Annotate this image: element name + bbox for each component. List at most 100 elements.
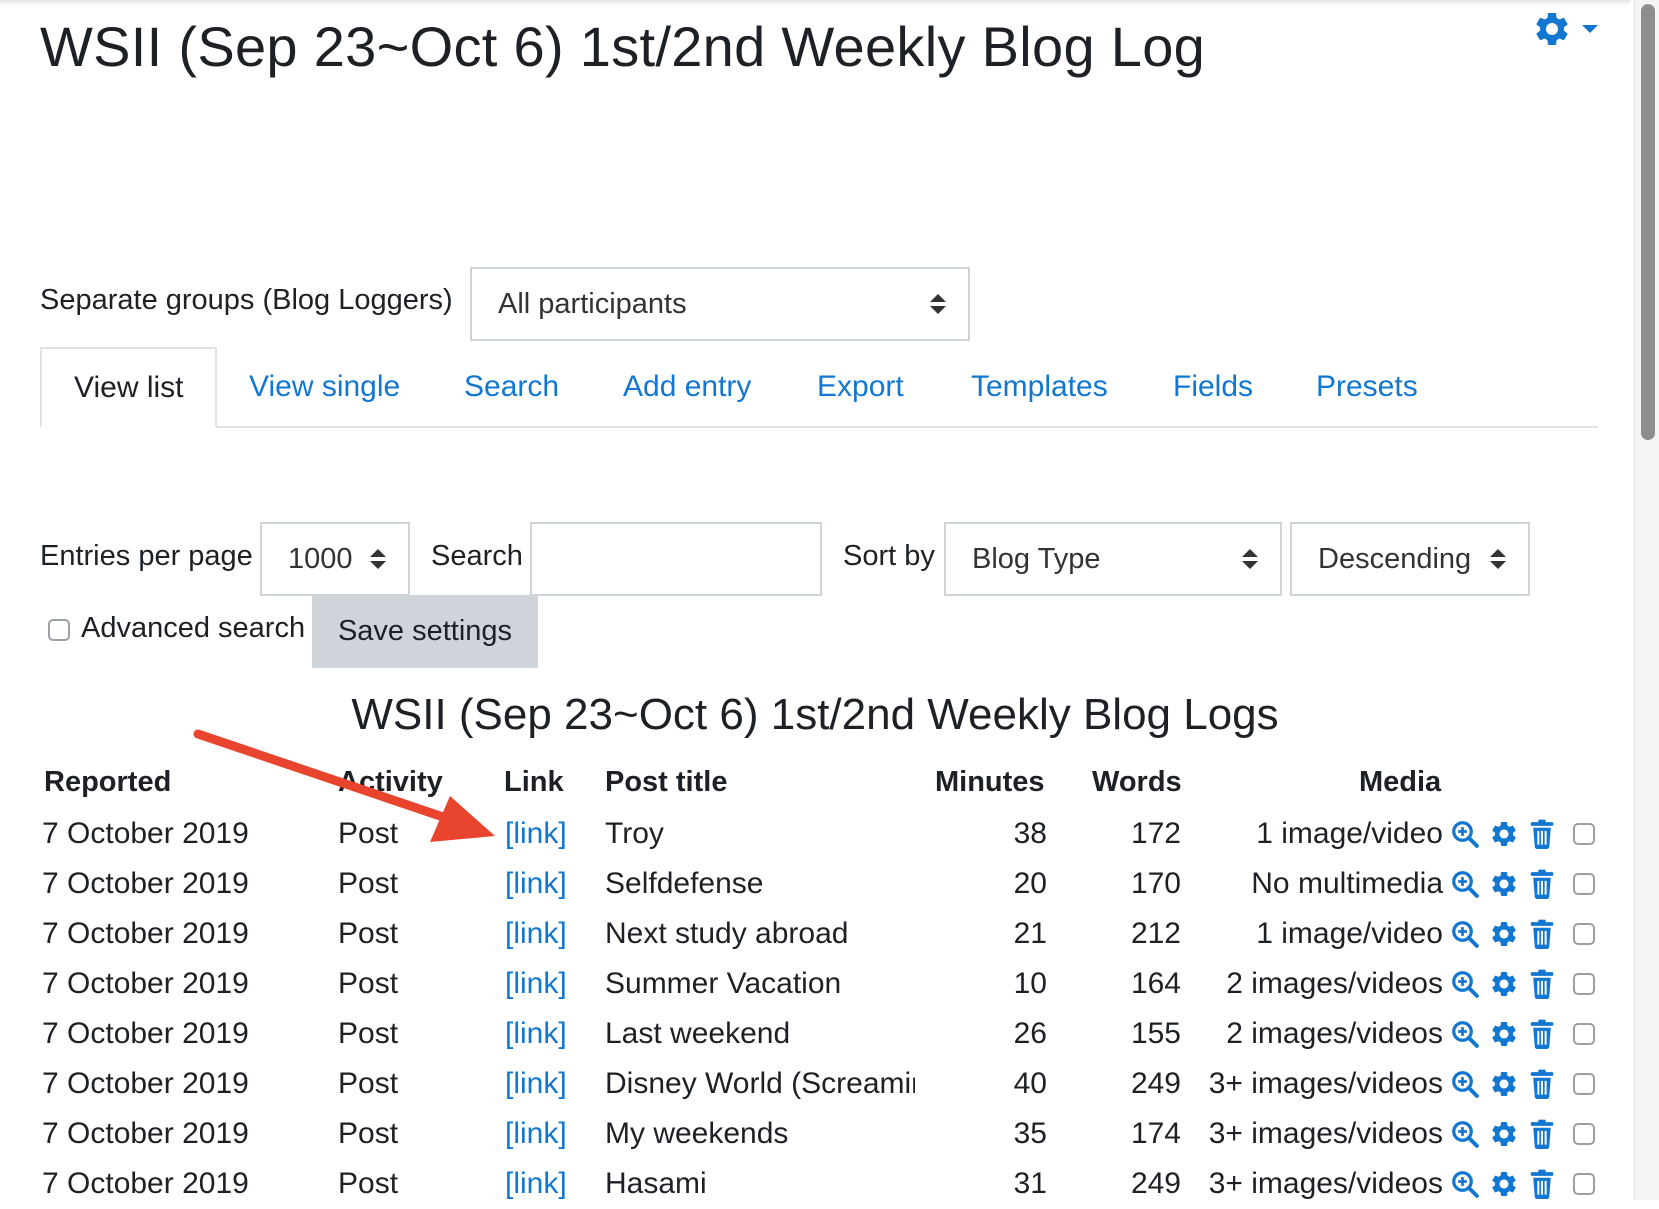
minutes-cell: 20 [1013,867,1047,900]
edit-entry-gear-icon[interactable] [1489,1169,1519,1199]
view-entry-icon[interactable] [1450,919,1480,949]
header-link[interactable]: Link [504,766,564,799]
advanced-search-label: Advanced search [81,612,306,644]
media-cell: 2 images/videos [1226,967,1443,1000]
save-settings-button[interactable]: Save settings [312,595,538,668]
row-select-checkbox[interactable] [1573,1173,1595,1195]
scrollbar-thumb[interactable] [1641,4,1655,440]
delete-entry-trash-icon[interactable] [1528,819,1556,849]
row-select-checkbox[interactable] [1573,1073,1595,1095]
words-cell: 249 [1130,1167,1181,1200]
post-title-cell: Disney World (Screamin [605,1067,915,1100]
settings-menu-button[interactable] [1532,6,1612,52]
entry-link[interactable]: [link] [505,1159,567,1209]
edit-entry-gear-icon[interactable] [1489,1069,1519,1099]
row-select-checkbox[interactable] [1573,823,1595,845]
reported-cell: 7 October 2019 [42,1167,249,1200]
edit-entry-gear-icon[interactable] [1489,1119,1519,1149]
activity-cell: Post [338,1017,399,1050]
reported-cell: 7 October 2019 [42,917,249,950]
sort-order-value: Descending [1318,542,1472,575]
row-select-checkbox[interactable] [1573,873,1595,895]
view-entry-icon[interactable] [1450,1119,1480,1149]
header-minutes[interactable]: Minutes [935,766,1045,799]
activity-cell: Post [338,1117,399,1150]
table-row: 7 October 2019 Post [link] Summer Vacation 1… [0,959,1630,1009]
tab-view-list[interactable]: View list [40,347,218,428]
edit-entry-gear-icon[interactable] [1489,969,1519,999]
header-reported[interactable]: Reported [44,766,171,799]
chevron-down-icon [1582,25,1598,33]
entry-link[interactable]: [link] [505,1059,567,1109]
row-select-checkbox[interactable] [1573,923,1595,945]
entries-per-page-select[interactable]: 1000 [260,522,410,596]
edit-entry-gear-icon[interactable] [1489,919,1519,949]
tab-search[interactable]: Search [464,347,559,426]
sort-by-select[interactable]: Blog Type [944,522,1282,596]
post-title-cell: Hasami [605,1167,707,1200]
tab-export[interactable]: Export [817,347,904,426]
edit-entry-gear-icon[interactable] [1489,819,1519,849]
edit-entry-gear-icon[interactable] [1489,869,1519,899]
table-row: 7 October 2019 Post [link] Disney World (Sc… [0,1059,1630,1109]
words-cell: 172 [1130,817,1181,850]
minutes-cell: 26 [1013,1017,1047,1050]
row-select-checkbox[interactable] [1573,1023,1595,1045]
delete-entry-trash-icon[interactable] [1528,869,1556,899]
table-title: WSII (Sep 23~Oct 6) 1st/2nd Weekly Blog … [351,690,1279,739]
scrollbar[interactable] [1634,0,1659,1200]
delete-entry-trash-icon[interactable] [1528,1119,1556,1149]
words-cell: 170 [1130,867,1181,900]
page-title: WSII (Sep 23~Oct 6) 1st/2nd Weekly Blog … [40,15,1206,78]
edit-entry-gear-icon[interactable] [1489,1019,1519,1049]
view-entry-icon[interactable] [1450,969,1480,999]
entry-link[interactable]: [link] [505,859,567,909]
activity-cell: Post [338,1167,399,1200]
reported-cell: 7 October 2019 [42,1117,249,1150]
search-input[interactable] [530,522,822,596]
header-activity[interactable]: Activity [338,766,443,799]
tab-add-entry[interactable]: Add entry [623,347,751,426]
tab-fields[interactable]: Fields [1173,347,1253,426]
media-cell: 2 images/videos [1226,1017,1443,1050]
row-select-checkbox[interactable] [1573,973,1595,995]
view-entry-icon[interactable] [1450,1019,1480,1049]
entry-link[interactable]: [link] [505,959,567,1009]
view-entry-icon[interactable] [1450,1169,1480,1199]
reported-cell: 7 October 2019 [42,1067,249,1100]
view-entry-icon[interactable] [1450,869,1480,899]
sort-order-select[interactable]: Descending [1290,522,1530,596]
group-selector-label: Separate groups (Blog Loggers) [40,284,453,316]
header-media[interactable]: Media [1359,766,1441,799]
row-select-checkbox[interactable] [1573,1123,1595,1145]
entry-link[interactable]: [link] [505,1009,567,1059]
view-entry-icon[interactable] [1450,819,1480,849]
words-cell: 155 [1130,1017,1181,1050]
row-actions [1450,1019,1556,1049]
tab-templates[interactable]: Templates [971,347,1108,426]
sort-by-label: Sort by [843,540,935,572]
header-post-title[interactable]: Post title [605,766,727,799]
entry-link[interactable]: [link] [505,1109,567,1159]
words-cell: 164 [1130,967,1181,1000]
tab-presets[interactable]: Presets [1316,347,1418,426]
post-title-cell: Next study abroad [605,917,849,950]
header-words[interactable]: Words [1092,766,1182,799]
entry-link[interactable]: [link] [505,909,567,959]
delete-entry-trash-icon[interactable] [1528,1069,1556,1099]
view-entry-icon[interactable] [1450,1069,1480,1099]
group-select[interactable]: All participants [470,267,970,341]
delete-entry-trash-icon[interactable] [1528,1019,1556,1049]
delete-entry-trash-icon[interactable] [1528,969,1556,999]
delete-entry-trash-icon[interactable] [1528,1169,1556,1199]
advanced-search-checkbox[interactable] [48,619,70,641]
delete-entry-trash-icon[interactable] [1528,919,1556,949]
tab-view-single[interactable]: View single [249,347,400,426]
words-cell: 249 [1130,1067,1181,1100]
row-actions [1450,819,1556,849]
entry-link[interactable]: [link] [505,809,567,859]
entries-per-page-value: 1000 [288,542,353,575]
entries-per-page-label: Entries per page [40,540,253,572]
media-cell: 3+ images/videos [1208,1067,1443,1100]
select-arrows-icon [370,549,386,569]
